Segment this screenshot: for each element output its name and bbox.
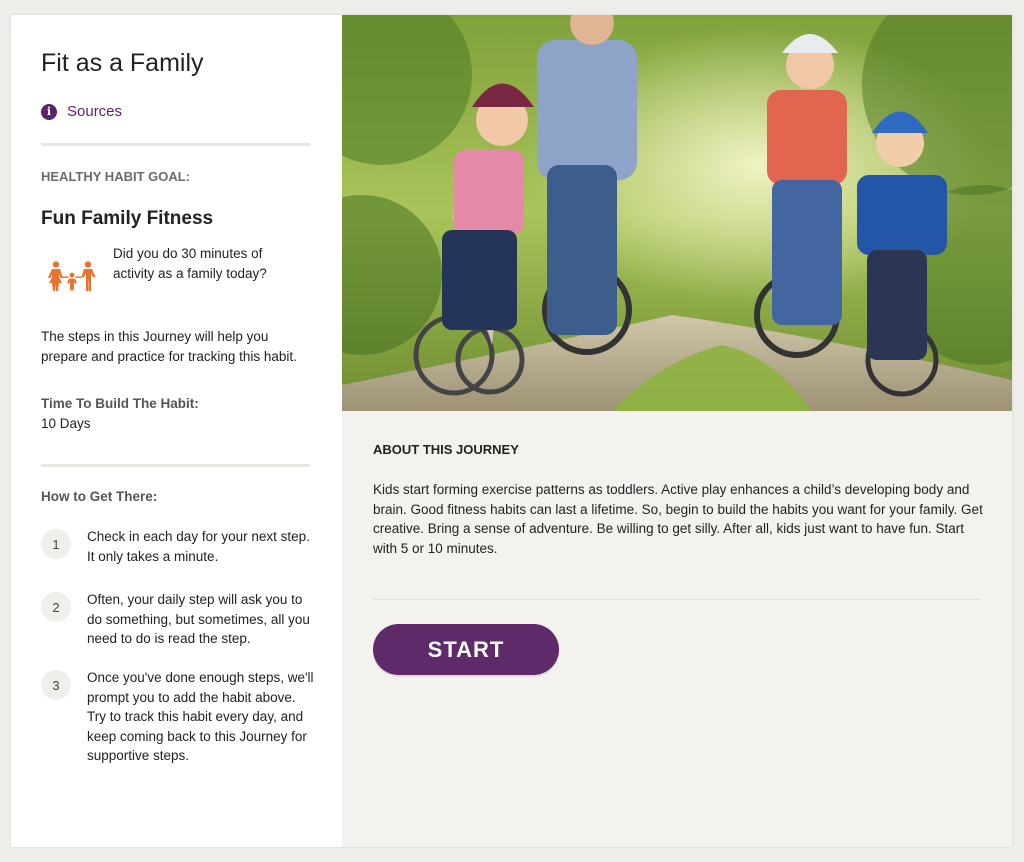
step-item: 1 Check in each day for your next step. … xyxy=(41,527,316,566)
step-text: Check in each day for your next step. It… xyxy=(87,529,310,564)
journey-main: ABOUT THIS JOURNEY Kids start forming ex… xyxy=(342,15,1012,847)
about-text: Kids start forming exercise patterns as … xyxy=(373,482,983,556)
sources-link[interactable]: i Sources xyxy=(41,103,122,120)
step-text: Often, your daily step will ask you to d… xyxy=(87,592,310,646)
time-label: Time To Build The Habit: xyxy=(41,396,199,411)
goal-question: Did you do 30 minutes of activity as a f… xyxy=(113,246,267,281)
start-button[interactable]: START xyxy=(373,624,559,675)
journey-description: The steps in this Journey will help you … xyxy=(41,329,297,364)
page-title: Fit as a Family xyxy=(41,49,204,77)
journey-card: Fit as a Family i Sources HEALTHY HABIT … xyxy=(11,15,1012,847)
time-value: 10 Days xyxy=(41,416,91,431)
step-number: 3 xyxy=(41,670,71,700)
divider xyxy=(373,599,981,600)
journey-sidebar: Fit as a Family i Sources HEALTHY HABIT … xyxy=(11,15,342,847)
divider xyxy=(41,143,310,146)
sources-label: Sources xyxy=(67,103,123,120)
goal-title: Fun Family Fitness xyxy=(41,208,214,229)
divider xyxy=(41,464,310,467)
step-item: 2 Often, your daily step will ask you to… xyxy=(41,590,316,649)
step-number: 1 xyxy=(41,529,71,559)
family-icon xyxy=(48,261,96,291)
hero-image xyxy=(342,15,1012,411)
step-item: 3 Once you've done enough steps, we'll p… xyxy=(41,668,316,766)
goal-section-label: HEALTHY HABIT GOAL: xyxy=(41,169,191,184)
step-text: Once you've done enough steps, we'll pro… xyxy=(87,670,314,763)
step-number: 2 xyxy=(41,592,71,622)
info-icon: i xyxy=(41,103,57,120)
about-heading: ABOUT THIS JOURNEY xyxy=(373,442,519,457)
how-to-label: How to Get There: xyxy=(41,489,158,504)
